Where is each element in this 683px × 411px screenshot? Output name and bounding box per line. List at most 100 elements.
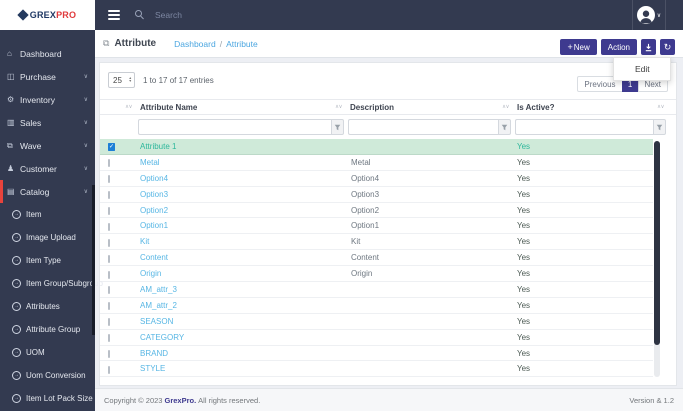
funnel-icon [334,124,341,130]
attribute-name-link[interactable]: Content [136,253,168,262]
row-checkbox[interactable] [108,365,110,374]
row-checkbox[interactable] [108,350,110,359]
sidebar-item-label: Sales [20,117,42,128]
row-description [346,364,351,373]
sidebar-subitem[interactable]: → Item Type [0,249,95,272]
row-description [346,333,351,342]
breadcrumb-link-dashboard[interactable]: Dashboard [174,39,216,49]
row-checkbox[interactable] [108,191,110,200]
filter-funnel-button[interactable] [498,119,511,135]
download-button[interactable] [641,39,656,55]
table-scrollbar-thumb[interactable] [654,141,660,345]
plus-icon: + [567,42,573,52]
sidebar-item-label: Inventory [20,94,55,105]
attribute-name-link[interactable]: Metal [136,158,160,167]
action-button[interactable]: Action [600,39,637,55]
row-checkbox[interactable] [108,159,110,168]
header-attribute-name[interactable]: Attribute Name ∧∨ [136,100,346,114]
sidebar-item-label: Customer [20,163,57,174]
user-avatar-icon [636,6,655,24]
attribute-name-link[interactable]: CATEGORY [136,333,184,342]
hamburger-icon[interactable] [108,10,120,20]
app-logo[interactable]: GREXPRO [0,0,95,30]
action-menu-edit[interactable]: Edit [614,60,670,78]
table-row: SEASON Yes [100,314,653,330]
table-scrollbar-track[interactable] [654,141,660,377]
table-body: Attribute 1 Yes Metal Metal Yes Option4 … [100,139,653,378]
row-checkbox[interactable] [108,143,116,152]
filter-attribute-name-input[interactable] [138,119,331,135]
sidebar-subitem[interactable]: → Item Lot Pack Size [0,387,95,410]
sort-icon[interactable]: ∧∨ [657,104,668,110]
attribute-name-link[interactable]: Kit [136,237,149,246]
sidebar-item[interactable]: ⌂ Dashboard ∨ [0,42,95,65]
table-row: AM_attr_2 Yes [100,298,653,314]
filter-funnel-button[interactable] [331,119,344,135]
sidebar-item[interactable]: ⚙ Inventory ∨ [0,88,95,111]
sidebar-subitem[interactable]: → Attributes [0,295,95,318]
download-icon [645,43,652,51]
attribute-name-link[interactable]: AM_attr_3 [136,285,177,294]
row-is-active: Yes [517,300,531,310]
attribute-name-link[interactable]: SEASON [136,317,173,326]
table-row: Option3 Option3 Yes [100,187,653,203]
sidebar-item[interactable]: ◫ Purchase ∨ [0,65,95,88]
attribute-name-link[interactable]: Option4 [136,174,168,183]
row-checkbox[interactable] [108,318,110,327]
attribute-name-link[interactable]: Option1 [136,221,168,230]
attribute-name-link[interactable]: Attribute 1 [136,142,176,151]
table-row: AM_attr_3 Yes [100,282,653,298]
sidebar-item[interactable]: ▥ Sales ∨ [0,111,95,134]
breadcrumb-separator: / [219,38,223,49]
row-checkbox[interactable] [108,254,110,263]
row-checkbox[interactable] [108,302,110,311]
arrow-circle-icon: → [12,233,21,242]
sidebar-item[interactable]: ♟ Customer ∨ [0,157,95,180]
filter-funnel-button[interactable] [653,119,666,135]
filter-is-active-input[interactable] [515,119,653,135]
entries-info: 1 to 17 of 17 entries [143,75,214,85]
new-button[interactable]: + New [560,39,597,55]
sidebar-subitem[interactable]: → Item Group/Subgroup [0,272,103,295]
sidebar-subitem-label: Item [26,210,42,219]
row-description: Metal [351,157,371,167]
attribute-name-link[interactable]: AM_attr_2 [136,301,177,310]
header-select-column[interactable]: ∧∨ [100,100,136,114]
row-checkbox[interactable] [108,207,110,215]
row-checkbox[interactable] [108,334,110,343]
row-checkbox[interactable] [108,238,110,247]
sidebar-subitem[interactable]: → Item [0,203,95,226]
search-input[interactable] [153,9,303,21]
filter-description-input[interactable] [348,119,498,135]
arrow-circle-icon: → [12,302,21,311]
refresh-button[interactable]: ↻ [660,39,675,55]
header-description[interactable]: Description ∧∨ [346,100,513,114]
sidebar-item[interactable]: ▤ Catalog ∨ [0,180,95,203]
row-checkbox[interactable] [108,175,110,184]
header-is-active[interactable]: Is Active? ∧∨ [513,100,668,114]
row-checkbox[interactable] [108,270,110,279]
sort-icon[interactable]: ∧∨ [125,104,136,110]
row-checkbox[interactable] [108,286,110,295]
sidebar-nav: ⌂ Dashboard ∨ ◫ Purchase ∨ ⚙ Inventory ∨ [0,30,103,410]
sidebar-subitem[interactable]: → UOM [0,341,95,364]
page-size-select[interactable]: 25 ▲ ▼ [108,72,135,88]
sidebar-scrollbar[interactable] [92,185,95,335]
sort-icon[interactable]: ∧∨ [335,104,346,110]
table-row: Attribute 1 Yes [100,139,653,155]
sidebar-subitem[interactable]: → Attribute Group [0,318,95,341]
row-checkbox[interactable] [108,222,110,231]
attribute-table-card: 25 ▲ ▼ 1 to 17 of 17 entries Previous 1 N… [99,62,677,386]
attribute-name-link[interactable]: Origin [136,269,161,278]
user-menu[interactable]: ∨ [632,0,666,30]
attribute-name-link[interactable]: BRAND [136,349,168,358]
attribute-name-link[interactable]: Option2 [136,206,168,215]
sidebar-item[interactable]: ⧉ Wave ∨ [0,134,95,157]
breadcrumb-link-attribute[interactable]: Attribute [226,39,258,49]
arrow-circle-icon: → [12,371,21,380]
attribute-name-link[interactable]: Option3 [136,190,168,199]
sidebar-subitem[interactable]: → Uom Conversion [0,364,95,387]
sort-icon[interactable]: ∧∨ [502,104,513,110]
sidebar-subitem[interactable]: → Image Upload [0,226,95,249]
attribute-name-link[interactable]: STYLE [136,364,165,373]
